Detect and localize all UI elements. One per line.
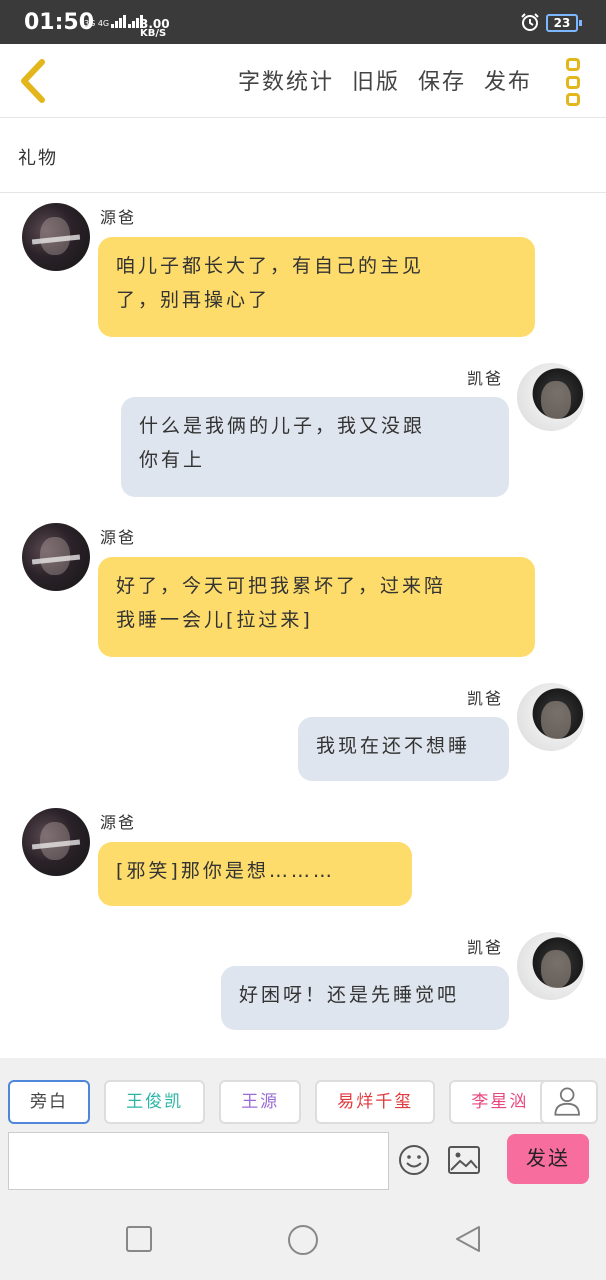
- story-title: 礼物: [18, 148, 58, 169]
- home-icon[interactable]: [287, 1224, 319, 1256]
- send-button[interactable]: 发送: [507, 1134, 589, 1184]
- sender-name: 源爸: [100, 528, 137, 547]
- signal-icon: 3G 4G: [84, 14, 144, 28]
- alarm-clock-icon: [521, 13, 539, 31]
- smiley-icon[interactable]: [398, 1144, 430, 1176]
- message-input[interactable]: [8, 1132, 389, 1190]
- system-navigation-bar: [0, 1198, 606, 1280]
- sender-name: 凯爸: [467, 369, 504, 388]
- message-bubble[interactable]: 好了，今天可把我累坏了，过来陪 我睡一会儿[拉过来]: [98, 557, 535, 657]
- add-character-button[interactable]: [540, 1080, 598, 1124]
- message-text: 我睡一会儿[拉过来]: [116, 609, 313, 631]
- message-bubble[interactable]: 好困呀！还是先睡觉吧: [221, 966, 509, 1030]
- sender-name: 源爸: [100, 813, 137, 832]
- sender-name: 凯爸: [467, 938, 504, 957]
- save-button[interactable]: 保存: [418, 64, 466, 96]
- composer: 旁白 王俊凯 王源 易烊千玺 李星汹 李 发送: [0, 1058, 606, 1198]
- network-speed: 3.00 KB/S: [140, 18, 170, 39]
- status-bar: 01:50 3G 4G 3.00 KB/S 23: [0, 0, 606, 44]
- message-text: 我现在还不想睡: [316, 735, 471, 757]
- avatar[interactable]: [22, 523, 90, 591]
- toolbar-actions: 字数统计 旧版 保存 发布: [238, 64, 532, 96]
- chat-list[interactable]: 源爸 咱儿子都长大了，有自己的主见 了，别再操心了 凯爸 什么是我俩的儿子，我又…: [0, 194, 606, 1058]
- editor-toolbar: 字数统计 旧版 保存 发布: [0, 44, 606, 118]
- character-chip[interactable]: 王俊凯: [104, 1080, 206, 1124]
- message-bubble[interactable]: 咱儿子都长大了，有自己的主见 了，别再操心了: [98, 237, 535, 337]
- back-button[interactable]: [12, 56, 56, 106]
- message-bubble[interactable]: 什么是我俩的儿子，我又没跟 你有上: [121, 397, 509, 497]
- back-nav-icon[interactable]: [453, 1224, 483, 1254]
- word-count-button[interactable]: 字数统计: [238, 64, 334, 96]
- chevron-left-icon: [21, 59, 45, 103]
- character-chip[interactable]: 王源: [219, 1080, 302, 1124]
- message-text: 了，别再操心了: [116, 289, 271, 311]
- person-icon: [554, 1087, 580, 1116]
- network-type: 3G 4G: [84, 19, 110, 28]
- message-bubble[interactable]: 我现在还不想睡: [298, 717, 509, 781]
- avatar[interactable]: [517, 363, 585, 431]
- more-vertical-icon[interactable]: [564, 58, 582, 106]
- character-chip[interactable]: 旁白: [8, 1080, 90, 1124]
- avatar[interactable]: [22, 203, 90, 271]
- message-text: 你有上: [139, 449, 206, 471]
- battery-indicator: 23: [546, 14, 582, 32]
- character-chip[interactable]: 李星汹: [449, 1080, 548, 1124]
- message-bubble[interactable]: [邪笑]那你是想………: [98, 842, 412, 906]
- story-title-row[interactable]: 礼物: [0, 118, 606, 193]
- character-chip[interactable]: 易烊千玺: [315, 1080, 436, 1124]
- message-text: 好了，今天可把我累坏了，过来陪: [116, 575, 447, 597]
- message-text: 好困呀！还是先睡觉吧: [239, 984, 460, 1006]
- character-selector: 旁白 王俊凯 王源 易烊千玺 李星汹 李: [8, 1080, 548, 1126]
- image-icon[interactable]: [448, 1146, 480, 1174]
- avatar[interactable]: [22, 808, 90, 876]
- sender-name: 凯爸: [467, 689, 504, 708]
- message-text: 什么是我俩的儿子，我又没跟: [139, 415, 426, 437]
- message-text: 咱儿子都长大了，有自己的主见: [116, 255, 425, 277]
- sender-name: 源爸: [100, 208, 137, 227]
- avatar[interactable]: [517, 683, 585, 751]
- message-text: [邪笑]那你是想………: [116, 860, 335, 882]
- publish-button[interactable]: 发布: [484, 64, 532, 96]
- network-speed-unit: KB/S: [140, 28, 167, 39]
- recents-icon[interactable]: [124, 1224, 154, 1254]
- avatar[interactable]: [517, 932, 585, 1000]
- old-version-button[interactable]: 旧版: [352, 64, 400, 96]
